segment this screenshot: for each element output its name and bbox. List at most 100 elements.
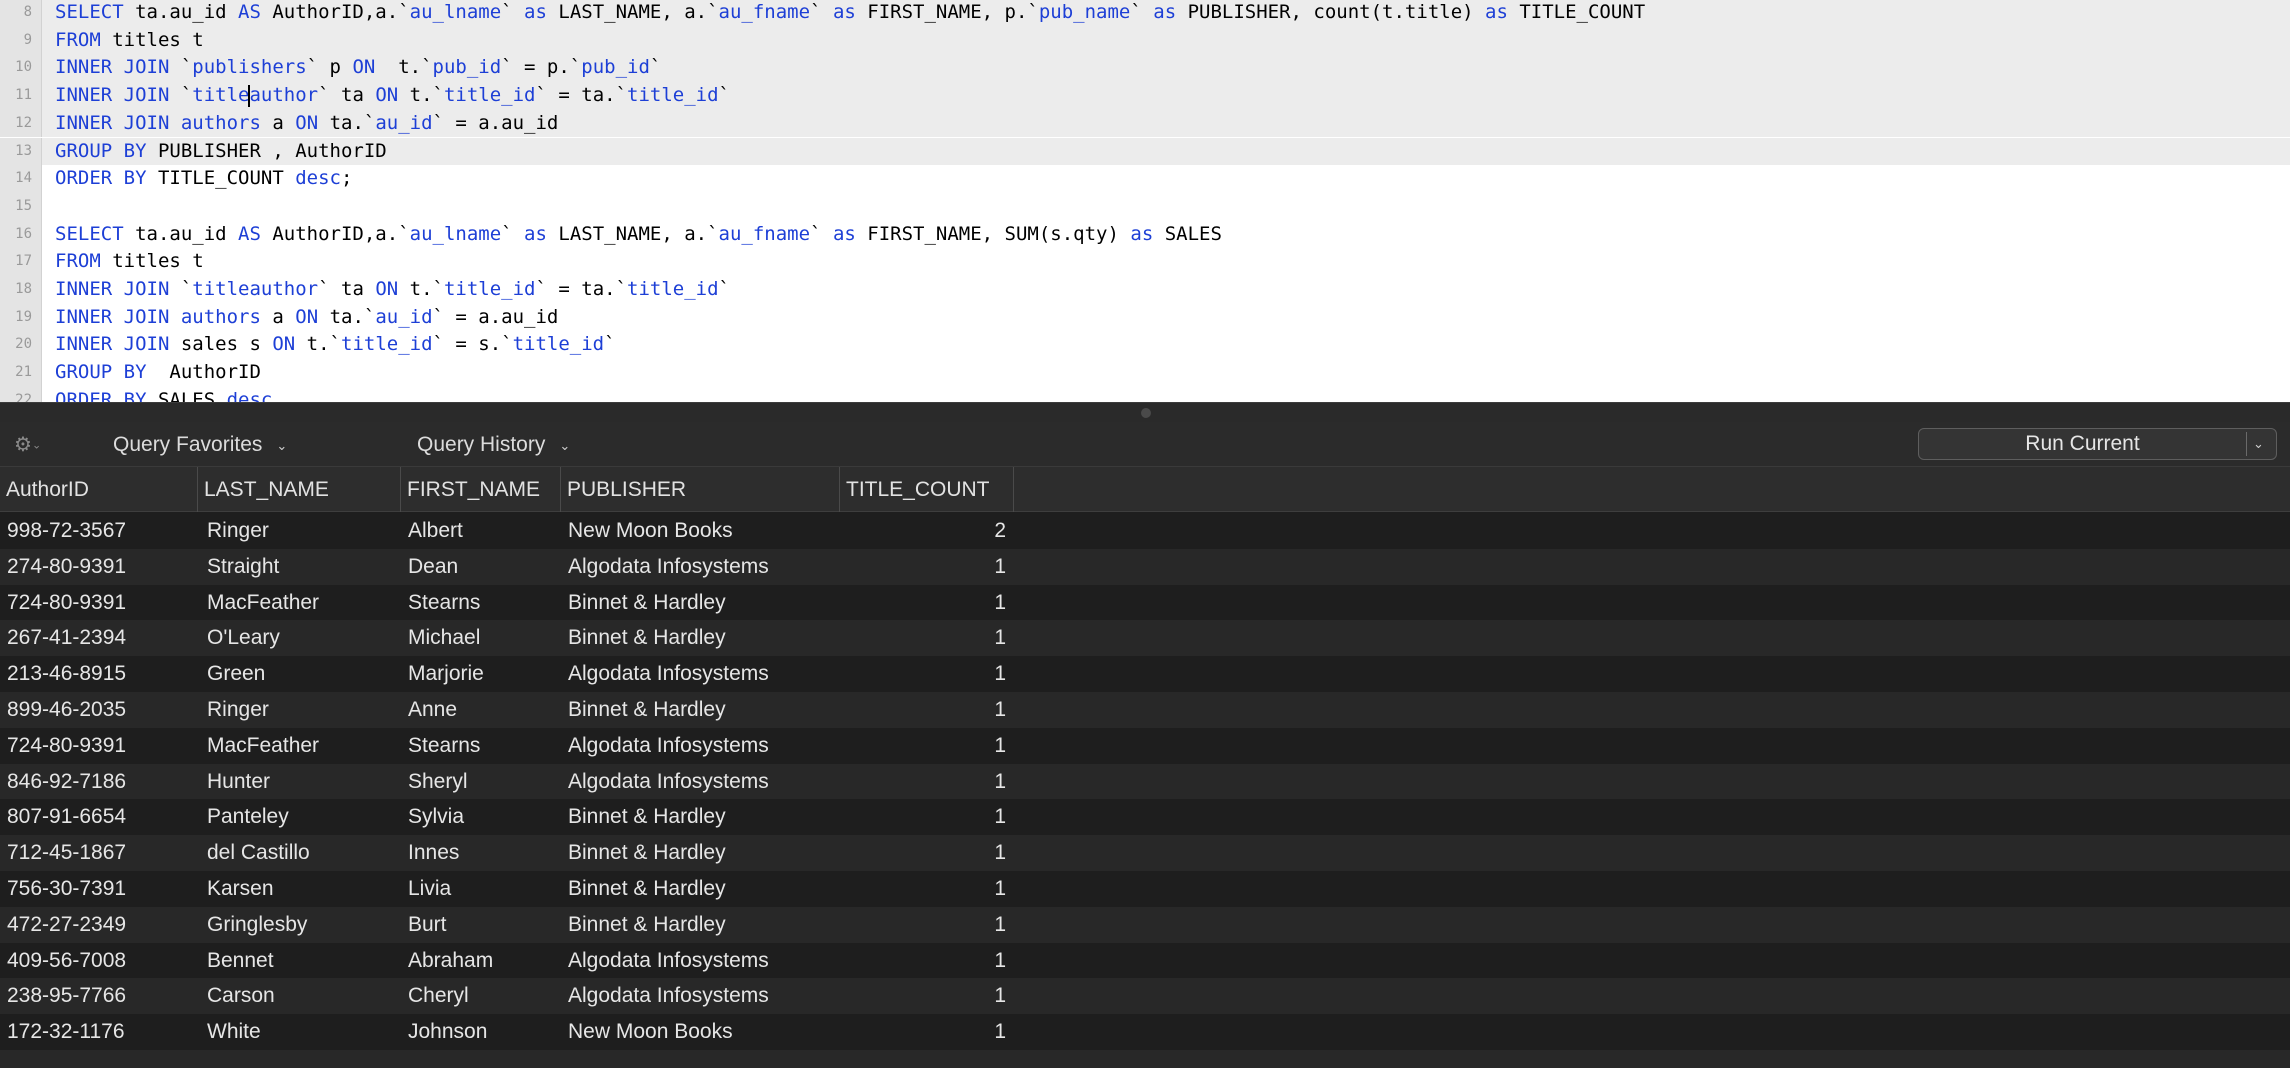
code-line[interactable]: 18 INNER JOIN `titleauthor` ta ON t.`titl… (0, 276, 2290, 304)
cell-last-name[interactable]: Panteley (207, 799, 289, 835)
table-row[interactable]: 846-92-7186 Hunter Sheryl Algodata Infosyst… (0, 763, 2290, 800)
cell-last-name[interactable]: Bennet (207, 943, 274, 979)
code-line[interactable]: 21 GROUP BY AuthorID (0, 359, 2290, 387)
cell-authorid[interactable]: 238-95-7766 (7, 978, 126, 1014)
code-line[interactable]: 13 GROUP BY PUBLISHER , AuthorID (0, 137, 2290, 166)
cell-authorid[interactable]: 409-56-7008 (7, 943, 126, 979)
cell-authorid[interactable]: 472-27-2349 (7, 907, 126, 943)
cell-last-name[interactable]: del Castillo (207, 835, 310, 871)
cell-authorid[interactable]: 213-46-8915 (7, 656, 126, 692)
cell-publisher[interactable]: Binnet & Hardley (568, 871, 726, 907)
cell-first-name[interactable]: Anne (408, 692, 457, 728)
cell-publisher[interactable]: Binnet & Hardley (568, 692, 726, 728)
cell-last-name[interactable]: Ringer (207, 692, 269, 728)
cell-title-count[interactable]: 1 (840, 978, 1006, 1014)
cell-title-count[interactable]: 1 (840, 799, 1006, 835)
cell-publisher[interactable]: Algodata Infosystems (568, 978, 769, 1014)
table-row[interactable]: 274-80-9391 Straight Dean Algodata Infosyst… (0, 548, 2290, 585)
query-favorites-menu[interactable]: Query Favorites ⌄ (113, 422, 287, 467)
cell-first-name[interactable]: Marjorie (408, 656, 484, 692)
cell-title-count[interactable]: 1 (840, 692, 1006, 728)
cell-publisher[interactable]: New Moon Books (568, 1014, 733, 1050)
cell-title-count[interactable]: 1 (840, 835, 1006, 871)
cell-publisher[interactable]: Binnet & Hardley (568, 907, 726, 943)
cell-last-name[interactable]: MacFeather (207, 585, 319, 621)
cell-publisher[interactable]: Algodata Infosystems (568, 943, 769, 979)
cell-authorid[interactable]: 172-32-1176 (7, 1014, 125, 1050)
table-row[interactable] (0, 1050, 2290, 1068)
cell-first-name[interactable]: Dean (408, 549, 458, 585)
cell-title-count[interactable]: 1 (840, 1014, 1006, 1050)
cell-authorid[interactable]: 807-91-6654 (7, 799, 126, 835)
splitter-handle[interactable] (1141, 408, 1151, 418)
cell-first-name[interactable]: Sylvia (408, 799, 464, 835)
cell-first-name[interactable]: Abraham (408, 943, 493, 979)
cell-title-count[interactable]: 1 (840, 907, 1006, 943)
column-header-first-name[interactable]: FIRST_NAME (401, 467, 561, 512)
run-current-button[interactable]: Run Current ⌄ (1918, 428, 2277, 460)
cell-authorid[interactable]: 274-80-9391 (7, 549, 126, 585)
code-line[interactable]: 11 INNER JOIN `titleauthor` ta ON t.`titl… (0, 82, 2290, 110)
column-header-publisher[interactable]: PUBLISHER (561, 467, 840, 512)
table-row[interactable]: 172-32-1176 White Johnson New Moon Books 1 (0, 1014, 2290, 1051)
cell-first-name[interactable]: Sheryl (408, 764, 468, 800)
cell-publisher[interactable]: Algodata Infosystems (568, 549, 769, 585)
cell-authorid[interactable]: 998-72-3567 (7, 513, 126, 549)
cell-title-count[interactable]: 1 (840, 620, 1006, 656)
cell-first-name[interactable]: Michael (408, 620, 480, 656)
cell-title-count[interactable]: 1 (840, 764, 1006, 800)
table-row[interactable]: 756-30-7391 Karsen Livia Binnet & Hardley 1 (0, 871, 2290, 907)
pane-splitter[interactable] (0, 402, 2290, 422)
cell-title-count[interactable]: 1 (840, 943, 1006, 979)
cell-last-name[interactable]: Straight (207, 549, 279, 585)
code-line[interactable]: 10 INNER JOIN `publishers` p ON t.`pub_id… (0, 54, 2290, 83)
cell-last-name[interactable]: Ringer (207, 513, 269, 549)
table-row[interactable]: 712-45-1867 del Castillo Innes Binnet & Har… (0, 835, 2290, 872)
cell-authorid[interactable]: 712-45-1867 (7, 835, 126, 871)
cell-publisher[interactable]: Algodata Infosystems (568, 728, 769, 764)
cell-last-name[interactable]: O'Leary (207, 620, 280, 656)
table-row[interactable]: 213-46-8915 Green Marjorie Algodata Infosys… (0, 656, 2290, 693)
table-row[interactable]: 238-95-7766 Carson Cheryl Algodata Infosyst… (0, 978, 2290, 1015)
table-row[interactable]: 724-80-9391 MacFeather Stearns Binnet & Har… (0, 584, 2290, 621)
cell-authorid[interactable]: 267-41-2394 (7, 620, 126, 656)
cell-last-name[interactable]: Green (207, 656, 265, 692)
table-row[interactable]: 409-56-7008 Bennet Abraham Algodata Infosys… (0, 942, 2290, 979)
column-header-title-count[interactable]: TITLE_COUNT (840, 467, 1014, 512)
code-line[interactable]: 17 FROM titles t (0, 248, 2290, 276)
cell-last-name[interactable]: Carson (207, 978, 275, 1014)
table-row[interactable]: 807-91-6654 Panteley Sylvia Binnet & Hardle… (0, 799, 2290, 836)
cell-publisher[interactable]: Algodata Infosystems (568, 764, 769, 800)
column-header-last-name[interactable]: LAST_NAME (198, 467, 401, 512)
cell-title-count[interactable]: 1 (840, 585, 1006, 621)
cell-last-name[interactable]: MacFeather (207, 728, 319, 764)
cell-authorid[interactable]: 724-80-9391 (7, 585, 126, 621)
table-row[interactable]: 724-80-9391 MacFeather Stearns Algodata Inf… (0, 727, 2290, 764)
cell-publisher[interactable]: Binnet & Hardley (568, 620, 726, 656)
cell-authorid[interactable]: 724-80-9391 (7, 728, 126, 764)
cell-first-name[interactable]: Burt (408, 907, 447, 943)
code-line[interactable]: 22 ORDER BY SALES desc (0, 386, 2290, 402)
cell-first-name[interactable]: Innes (408, 835, 459, 871)
cell-last-name[interactable]: Hunter (207, 764, 270, 800)
cell-first-name[interactable]: Albert (408, 513, 463, 549)
sql-editor[interactable]: 8 SELECT ta.au_id AS AuthorID,a.`au_lname… (0, 0, 2290, 402)
query-history-menu[interactable]: Query History ⌄ (417, 422, 570, 467)
cell-publisher[interactable]: New Moon Books (568, 513, 733, 549)
table-row[interactable]: 998-72-3567 Ringer Albert New Moon Books 2 (0, 513, 2290, 549)
cell-last-name[interactable]: White (207, 1014, 261, 1050)
cell-authorid[interactable]: 899-46-2035 (7, 692, 126, 728)
cell-last-name[interactable]: Gringlesby (207, 907, 307, 943)
code-line[interactable]: 20 INNER JOIN sales s ON t.`title_id` = s… (0, 331, 2290, 360)
cell-authorid[interactable]: 756-30-7391 (7, 871, 126, 907)
cell-title-count[interactable]: 2 (840, 513, 1006, 549)
code-line[interactable]: 14 ORDER BY TITLE_COUNT desc; (0, 165, 2290, 193)
cell-first-name[interactable]: Johnson (408, 1014, 487, 1050)
code-line[interactable]: 12 INNER JOIN authors a ON ta.`au_id` = a… (0, 109, 2290, 138)
table-row[interactable]: 472-27-2349 Gringlesby Burt Binnet & Hardle… (0, 906, 2290, 943)
cell-title-count[interactable]: 1 (840, 728, 1006, 764)
cell-title-count[interactable]: 1 (840, 656, 1006, 692)
cell-authorid[interactable]: 846-92-7186 (7, 764, 126, 800)
cell-title-count[interactable]: 1 (840, 549, 1006, 585)
code-line[interactable]: 19 INNER JOIN authors a ON ta.`au_id` = a… (0, 303, 2290, 332)
